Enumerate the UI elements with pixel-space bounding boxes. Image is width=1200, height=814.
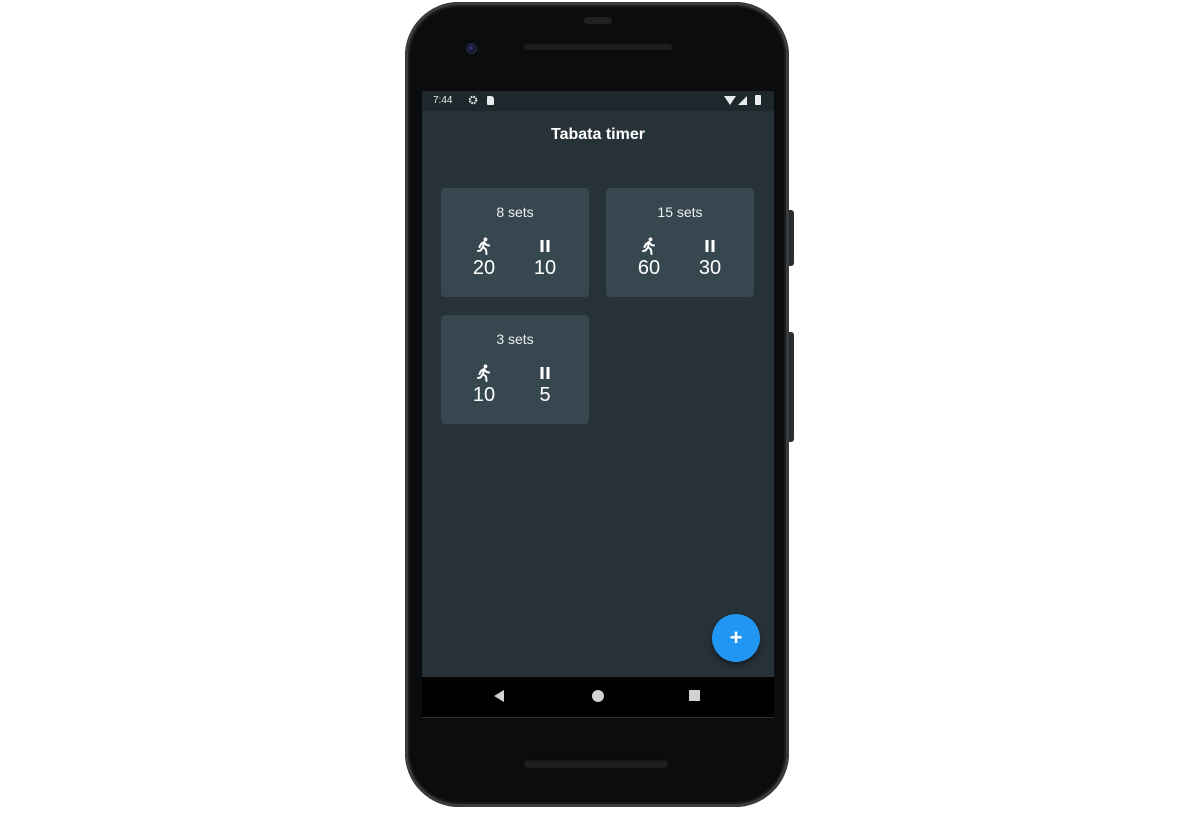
rest-column: 10 [525, 237, 565, 280]
back-icon[interactable] [494, 690, 504, 702]
workout-card[interactable]: 15 sets 60 30 [606, 188, 754, 297]
pause-icon [525, 364, 565, 382]
status-time: 7:44 [433, 95, 453, 106]
rest-column: 30 [690, 237, 730, 280]
work-seconds: 20 [472, 257, 496, 279]
wifi-icon [724, 96, 736, 105]
work-column: 20 [464, 237, 504, 280]
status-bar: 7:44 [422, 91, 774, 111]
running-icon [464, 364, 504, 382]
workout-card[interactable]: 3 sets 10 5 [441, 315, 589, 424]
add-icon: + [729, 625, 743, 650]
running-icon [464, 237, 504, 255]
rest-column: 5 [525, 364, 565, 407]
volume-rocker [789, 332, 794, 442]
settings-icon [468, 95, 478, 108]
work-column: 10 [464, 364, 504, 407]
app-screen: 7:44 Tabata timer 8 sets 20 10 15 sets 6… [422, 91, 774, 718]
proximity-sensor [584, 17, 612, 24]
sets-count: 15 sets [657, 204, 703, 220]
top-speaker-grille [523, 42, 673, 50]
rest-seconds: 10 [533, 257, 557, 279]
add-workout-button[interactable]: + [712, 614, 760, 662]
signal-icon [738, 96, 747, 105]
pause-icon [525, 237, 565, 255]
recents-icon[interactable] [689, 690, 700, 701]
device-mockup: 7:44 Tabata timer 8 sets 20 10 15 sets 6… [0, 0, 1200, 814]
front-camera [466, 43, 477, 54]
bottom-speaker-grille [523, 759, 669, 768]
battery-icon [755, 95, 761, 105]
running-icon [629, 237, 669, 255]
home-icon[interactable] [592, 690, 604, 702]
work-seconds: 10 [472, 384, 496, 406]
sd-card-icon [487, 96, 494, 105]
workout-card[interactable]: 8 sets 20 10 [441, 188, 589, 297]
navigation-bar [422, 677, 774, 717]
rest-seconds: 5 [539, 384, 551, 406]
sets-count: 3 sets [496, 331, 534, 347]
pause-icon [690, 237, 730, 255]
work-seconds: 60 [637, 257, 661, 279]
sets-count: 8 sets [496, 204, 534, 220]
work-column: 60 [629, 237, 669, 280]
rest-seconds: 30 [698, 257, 722, 279]
page-title: Tabata timer [551, 126, 645, 143]
power-button [789, 210, 794, 266]
